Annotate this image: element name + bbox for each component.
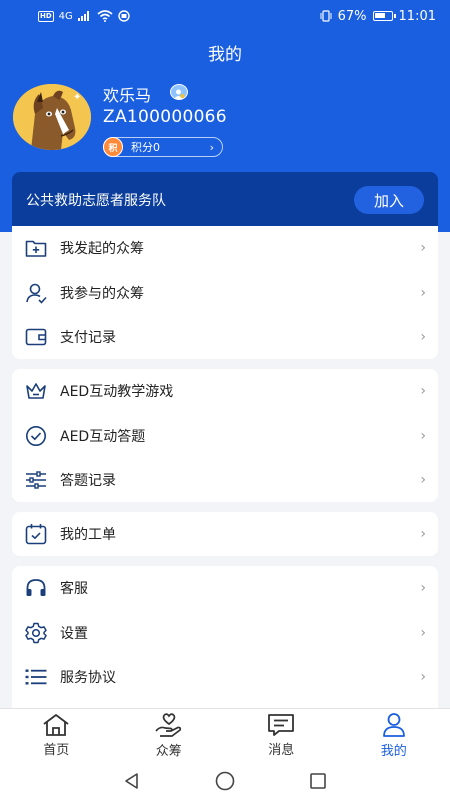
menu-item-settings[interactable]: 设置 › [12, 611, 438, 656]
chevron-right-icon: › [420, 669, 426, 686]
recents-icon[interactable] [308, 771, 328, 791]
calendar-check-icon [24, 522, 48, 546]
menu-item-my-joined-crowdfunding[interactable]: 我参与的众筹 › [12, 271, 438, 316]
menu-label: 设置 [60, 625, 88, 642]
battery-percent: 67% [337, 8, 367, 24]
tab-label: 我的 [380, 744, 407, 759]
volunteer-text: 公共救助志愿者服务队 [26, 193, 166, 209]
list-icon [24, 665, 48, 689]
page-title: 我的 [208, 45, 242, 65]
menu-item-service-agreement[interactable]: 服务协议 › [12, 655, 438, 700]
tab-crowdfunding[interactable]: 众筹 [113, 709, 226, 762]
menu-label: AED互动教学游戏 [60, 384, 174, 401]
crowdfunding-card: 我发起的众筹 › 我参与的众筹 › 支付记录 › [12, 226, 438, 359]
tab-label: 首页 [43, 743, 70, 758]
gear-icon [24, 621, 48, 645]
join-button[interactable]: 加入 [354, 186, 424, 214]
hd-icon: HD [38, 10, 54, 22]
vibrate-icon [320, 10, 332, 22]
menu-label: 我发起的众筹 [60, 241, 144, 258]
menu-item-payment-records[interactable]: 支付记录 › [12, 315, 438, 360]
heart-hand-icon [155, 713, 181, 737]
tab-label: 众筹 [155, 744, 182, 759]
volunteer-banner: 公共救助志愿者服务队 加入 [12, 172, 438, 228]
status-right: 67% 11:01 [320, 9, 436, 24]
tab-mine[interactable]: 我的 [338, 709, 450, 762]
chevron-right-icon: › [420, 240, 426, 257]
chevron-right-icon: › [420, 624, 426, 641]
folder-plus-icon [24, 236, 48, 260]
menu-label: 服务协议 [60, 670, 116, 687]
home-icon [43, 714, 69, 736]
tab-messages[interactable]: 消息 [225, 709, 338, 762]
crown-icon [24, 379, 48, 403]
back-icon[interactable] [122, 771, 142, 791]
menu-item-quiz-records[interactable]: 答题记录 › [12, 458, 438, 503]
chevron-right-icon: › [420, 580, 426, 597]
menu-label: 我的工单 [60, 527, 116, 544]
message-icon [268, 714, 295, 736]
notification-icon [118, 10, 130, 22]
system-navigation-bar [0, 762, 450, 800]
bottom-tab-bar: 首页 众筹 消息 我的 [0, 708, 450, 762]
menu-item-aed-quiz[interactable]: AED互动答题 › [12, 414, 438, 459]
user-check-icon [24, 281, 48, 305]
points-badge-icon: 积 [103, 137, 123, 157]
chevron-right-icon: › [420, 427, 426, 444]
network-label: 4G [58, 10, 73, 22]
username: 欢乐马 [103, 86, 152, 105]
workorder-card: 我的工单 › [12, 512, 438, 556]
menu-item-my-initiated-crowdfunding[interactable]: 我发起的众筹 › [12, 226, 438, 271]
signal-icon [77, 11, 89, 21]
points-label: 积分0 [131, 141, 160, 154]
wifi-icon [97, 10, 113, 22]
tab-home[interactable]: 首页 [0, 709, 113, 762]
chevron-right-icon: › [420, 472, 426, 489]
status-left: HD 4G [38, 10, 130, 22]
chevron-right-icon: › [420, 383, 426, 400]
svg-text:✦: ✦ [73, 92, 81, 103]
check-circle-icon [24, 424, 48, 448]
chevron-right-icon: › [420, 526, 426, 543]
user-id: ZA100000066 [103, 107, 227, 127]
horse-avatar-icon: ✦ [13, 84, 91, 150]
avatar[interactable]: ✦ [13, 84, 91, 150]
status-bar: HD 4G 67% 11:01 [0, 0, 450, 32]
menu-item-aed-game[interactable]: AED互动教学游戏 › [12, 369, 438, 414]
chevron-right-icon: › [420, 329, 426, 346]
headphones-icon [24, 576, 48, 600]
service-card: 客服 › 设置 › 服务协议 › [12, 566, 438, 708]
aed-card: AED互动教学游戏 › AED互动答题 › 答题记录 › [12, 369, 438, 502]
menu-label: 我参与的众筹 [60, 285, 144, 302]
menu-label: AED互动答题 [60, 428, 146, 445]
clock: 11:01 [398, 8, 436, 24]
home-circle-icon[interactable] [214, 770, 236, 792]
menu-label: 支付记录 [60, 330, 116, 347]
menu-label: 客服 [60, 581, 88, 598]
menu-item-customer-service[interactable]: 客服 › [12, 566, 438, 611]
wallet-icon [24, 325, 48, 349]
points-button[interactable]: 积 积分0 › [103, 137, 223, 157]
battery-icon [372, 11, 396, 21]
user-icon [382, 713, 405, 737]
menu-label: 答题记录 [60, 473, 116, 490]
menu-item-my-work-orders[interactable]: 我的工单 › [12, 512, 438, 557]
chevron-right-icon: › [209, 140, 214, 154]
tab-label: 消息 [268, 743, 295, 758]
sliders-icon [24, 468, 48, 492]
chevron-right-icon: › [420, 284, 426, 301]
verified-user-icon[interactable] [170, 84, 188, 100]
